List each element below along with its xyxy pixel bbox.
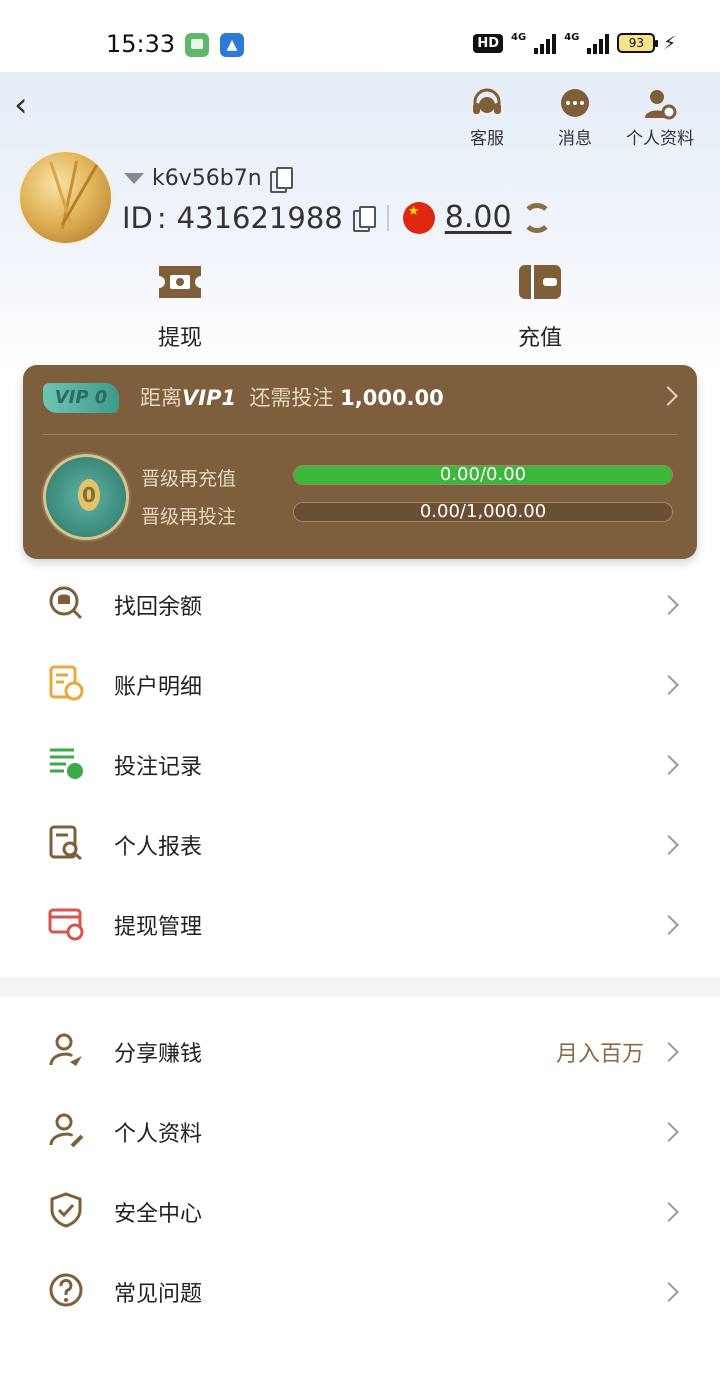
menu-label: 安全中心 bbox=[114, 1202, 203, 1227]
messages-button[interactable]: 消息 bbox=[555, 88, 595, 149]
withdraw-manage-icon bbox=[48, 908, 84, 941]
hd-icon: HD bbox=[473, 33, 504, 53]
menu-label: 个人资料 bbox=[114, 1122, 203, 1147]
chevron-right-icon bbox=[659, 1282, 679, 1302]
bet-progress-bar: 0.00/1,000.00 bbox=[293, 502, 673, 522]
china-flag-icon bbox=[402, 201, 435, 234]
account-menu: 找回余额 账户明细 投注记录 个人报表 提现管理 bbox=[0, 565, 720, 965]
network-label: 4G bbox=[564, 32, 580, 43]
customer-service-label: 客服 bbox=[470, 129, 504, 149]
status-bar: 15:33 ▲ HD 4G 4G 93 ⚡ bbox=[0, 0, 720, 72]
bet-record-icon bbox=[50, 748, 83, 779]
menu-label: 分享赚钱 bbox=[114, 1042, 203, 1067]
dropdown-triangle-icon[interactable] bbox=[124, 173, 144, 184]
withdraw-button[interactable]: 提现 bbox=[150, 262, 210, 352]
chevron-right-icon bbox=[659, 1122, 679, 1142]
bet-progress-label: 晋级再投注 bbox=[141, 506, 237, 528]
wallet-icon bbox=[519, 265, 561, 299]
recharge-progress-value: 0.00/0.00 bbox=[439, 465, 527, 485]
username-row: k6v56b7n bbox=[124, 166, 293, 193]
app-notification-icon: ▲ bbox=[220, 33, 244, 57]
menu-item-profile[interactable]: 个人资料 bbox=[0, 1092, 720, 1172]
username: k6v56b7n bbox=[152, 166, 262, 191]
recharge-progress-bar: 0.00/0.00 bbox=[293, 465, 673, 485]
profile-label: 个人资料 bbox=[626, 129, 694, 149]
settings-menu: 分享赚钱 月入百万 个人资料 安全中心 常见问题 bbox=[0, 1012, 720, 1332]
menu-label: 投注记录 bbox=[114, 755, 203, 780]
menu-item-security[interactable]: 安全中心 bbox=[0, 1172, 720, 1252]
question-icon bbox=[49, 1273, 83, 1307]
menu-label: 个人报表 bbox=[114, 835, 203, 860]
deposit-button[interactable]: 充值 bbox=[510, 262, 570, 352]
back-arrow-icon[interactable]: ‹ bbox=[14, 88, 28, 122]
menu-item-share-earn[interactable]: 分享赚钱 月入百万 bbox=[0, 1012, 720, 1092]
menu-item-personal-report[interactable]: 个人报表 bbox=[0, 805, 720, 885]
messages-label: 消息 bbox=[558, 129, 592, 149]
chevron-right-icon bbox=[659, 1202, 679, 1222]
bet-progress-value: 0.00/1,000.00 bbox=[419, 502, 547, 522]
menu-item-faq[interactable]: 常见问题 bbox=[0, 1252, 720, 1332]
menu-label: 提现管理 bbox=[114, 915, 203, 940]
share-earn-tag: 月入百万 bbox=[555, 1042, 644, 1067]
section-divider bbox=[0, 977, 720, 997]
report-icon bbox=[49, 825, 82, 861]
chat-icon bbox=[561, 89, 589, 117]
account-detail-icon bbox=[49, 665, 84, 701]
menu-item-account-detail[interactable]: 账户明细 bbox=[0, 645, 720, 725]
signal-icon bbox=[587, 32, 610, 54]
deposit-label: 充值 bbox=[517, 326, 562, 351]
menu-item-bet-record[interactable]: 投注记录 bbox=[0, 725, 720, 805]
user-id: 431621988 bbox=[176, 200, 343, 235]
chevron-right-icon bbox=[659, 675, 679, 695]
charging-icon: ⚡ bbox=[663, 32, 676, 54]
menu-item-recover-balance[interactable]: 找回余额 bbox=[0, 565, 720, 645]
headset-icon bbox=[473, 88, 501, 114]
copy-icon[interactable] bbox=[269, 166, 293, 193]
id-prefix: ID bbox=[122, 200, 153, 235]
recharge-progress-label: 晋级再充值 bbox=[141, 468, 237, 490]
menu-item-withdraw-manage[interactable]: 提现管理 bbox=[0, 885, 720, 965]
withdraw-icon bbox=[159, 266, 201, 298]
user-settings-icon bbox=[645, 90, 677, 120]
profile-button[interactable]: 个人资料 bbox=[624, 88, 696, 149]
chevron-right-icon bbox=[659, 755, 679, 775]
chevron-right-icon bbox=[659, 915, 679, 935]
copy-id-icon[interactable] bbox=[352, 205, 376, 232]
menu-label: 常见问题 bbox=[114, 1282, 203, 1307]
vip-progress-title: 距离VIP1 还需投注 1,000.00 bbox=[140, 386, 444, 410]
user-edit-icon bbox=[49, 1113, 84, 1148]
status-time: 15:33 bbox=[106, 30, 176, 58]
chevron-right-icon bbox=[659, 595, 679, 615]
avatar[interactable] bbox=[18, 150, 113, 245]
shield-check-icon bbox=[50, 1192, 82, 1228]
message-app-icon bbox=[185, 33, 209, 57]
customer-service-button[interactable]: 客服 bbox=[467, 88, 507, 149]
signal-icon bbox=[534, 32, 557, 54]
balance-amount[interactable]: 8.00 bbox=[445, 200, 512, 235]
share-user-icon bbox=[49, 1033, 82, 1066]
refresh-icon[interactable] bbox=[521, 202, 552, 233]
divider bbox=[386, 204, 389, 231]
battery-icon: 93 bbox=[617, 33, 659, 53]
chevron-right-icon bbox=[659, 835, 679, 855]
status-indicators: HD 4G 4G 93 ⚡ bbox=[473, 32, 676, 54]
id-balance-row: ID: 431621988 8.00 bbox=[122, 200, 552, 235]
vip-level-badge: VIP 0 bbox=[43, 383, 119, 413]
withdraw-label: 提现 bbox=[157, 326, 202, 351]
menu-label: 找回余额 bbox=[114, 595, 203, 620]
vip-medal-icon: 0 bbox=[43, 454, 129, 540]
vip-card[interactable]: VIP 0 距离VIP1 还需投注 1,000.00 0 晋级再充值 0.00/… bbox=[23, 365, 697, 559]
chevron-right-icon bbox=[659, 1042, 679, 1062]
network-label: 4G bbox=[511, 32, 527, 43]
divider bbox=[43, 434, 677, 435]
coin-search-icon bbox=[49, 586, 83, 620]
menu-label: 账户明细 bbox=[114, 675, 203, 700]
chevron-right-icon[interactable] bbox=[658, 386, 678, 406]
